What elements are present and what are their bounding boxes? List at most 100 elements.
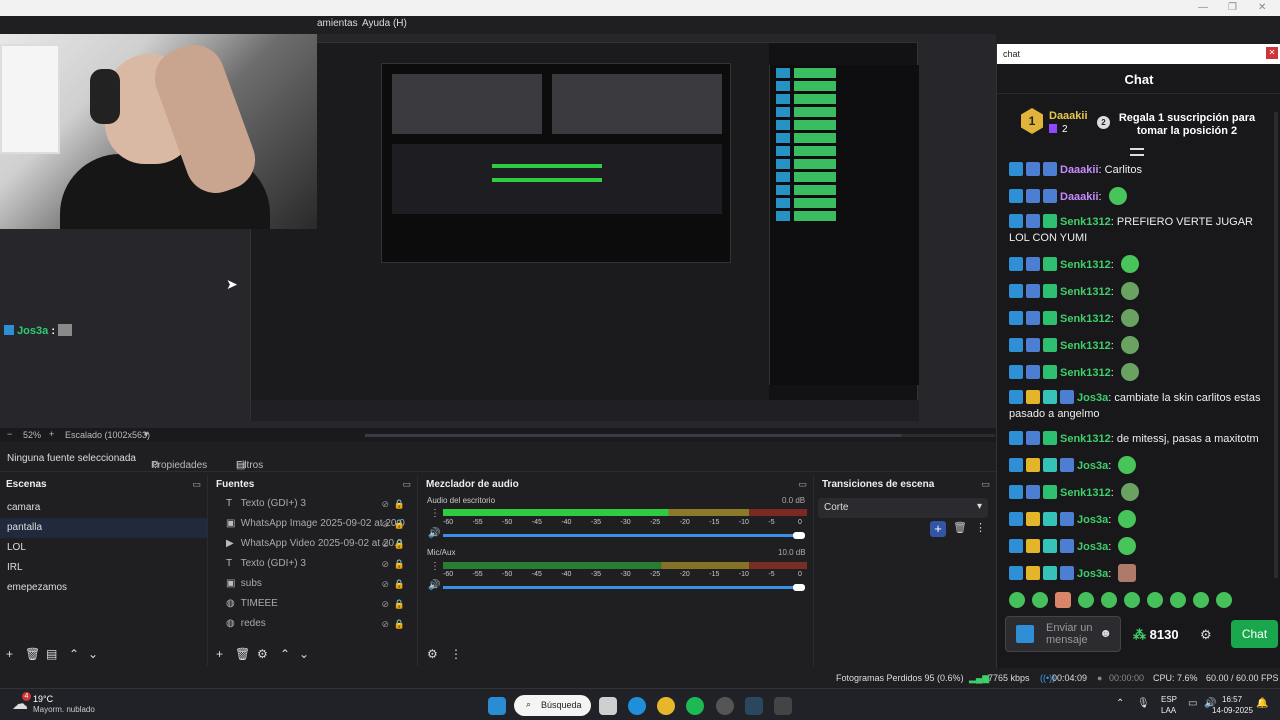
scene-item[interactable]: IRL	[0, 558, 207, 578]
speaker-icon[interactable]: 🔊	[428, 528, 440, 539]
chat-username[interactable]: Senk1312	[1060, 340, 1111, 352]
channel-points[interactable]: ⁂ 8130	[1133, 627, 1179, 643]
volume-slider-knob[interactable]	[793, 584, 805, 591]
volume-slider-knob[interactable]	[793, 532, 805, 539]
volume-slider[interactable]	[443, 586, 803, 589]
eye-icon[interactable]: ⊘	[381, 594, 389, 614]
language-code[interactable]: ESP	[1161, 695, 1177, 704]
scene-item[interactable]: LOL	[0, 538, 207, 558]
source-item[interactable]: T Texto (GDI+) 3 ⊘ 🔒	[210, 494, 417, 514]
chat-username[interactable]: Daaakii	[1060, 191, 1099, 203]
chat-message[interactable]: Senk1312: de mitessj, pasas a maxitotm	[1009, 431, 1273, 447]
scene-item[interactable]: camara	[0, 498, 207, 518]
taskbar-search[interactable]: ⌕ Búsqueda	[514, 695, 591, 716]
pinned-gift-leaderboard[interactable]: 1 Daaakii 2 2 Regala 1 suscripción para …	[997, 102, 1280, 156]
transition-select[interactable]: Corte ▾	[818, 498, 988, 518]
mixer-settings-icon[interactable]: ⚙	[427, 647, 438, 661]
kebab-menu-icon[interactable]: ⋮	[975, 521, 986, 534]
notification-bell-icon[interactable]: 🔔	[1256, 698, 1268, 709]
chat-username[interactable]: Senk1312	[1060, 487, 1111, 499]
chevron-down-icon[interactable]: ▾	[144, 429, 149, 440]
kebab-menu-icon[interactable]: ⋮	[430, 508, 440, 519]
chevron-down-icon[interactable]: ⌄	[299, 647, 309, 661]
chevron-down-icon[interactable]: ⌄	[88, 647, 98, 661]
app-icon[interactable]	[774, 697, 792, 715]
kebab-menu-icon[interactable]: ⋮	[430, 561, 440, 572]
emote-icon[interactable]	[1216, 592, 1232, 608]
eye-icon[interactable]: ⊘	[381, 574, 389, 594]
source-item[interactable]: T Texto (GDI+) 3 ⊘ 🔒	[210, 554, 417, 574]
chat-scrollbar[interactable]	[1274, 112, 1278, 578]
source-item[interactable]: ▶ WhatsApp Video 2025-09-02 at 20.0 ⊘ 🔒	[210, 534, 417, 554]
dock-popout-icon[interactable]: ▭	[981, 479, 990, 490]
chat-username[interactable]: Jos3a	[1077, 392, 1108, 404]
chat-message[interactable]: Jos3a:	[1009, 510, 1273, 528]
eye-icon[interactable]: ⊘	[381, 554, 389, 574]
emoji-icon[interactable]: ☻	[1099, 627, 1112, 639]
gear-icon[interactable]: ⚙	[257, 647, 268, 661]
menu-help[interactable]: Ayuda (H)	[362, 18, 407, 29]
eye-icon[interactable]: ⊘	[381, 494, 389, 514]
filter-icon[interactable]: ▤	[46, 647, 57, 661]
zoom-in-button[interactable]: +	[49, 429, 54, 439]
lock-icon[interactable]: 🔒	[394, 494, 405, 514]
dock-popout-icon[interactable]: ▭	[798, 479, 807, 490]
close-icon[interactable]: ✕	[1266, 47, 1278, 59]
spotify-icon[interactable]	[686, 697, 704, 715]
chat-message[interactable]: Jos3a:	[1009, 564, 1273, 582]
chevron-up-icon[interactable]: ⌃	[69, 647, 79, 661]
emote-icon[interactable]	[1101, 592, 1117, 608]
close-icon[interactable]: ✕	[1258, 2, 1266, 13]
lock-icon[interactable]: 🔒	[394, 554, 405, 574]
emote-icon[interactable]	[1055, 592, 1071, 608]
microphone-icon[interactable]: 🎙	[1137, 698, 1150, 709]
source-item[interactable]: ▣ subs ⊘ 🔒	[210, 574, 417, 594]
obs-preview[interactable]: Jos3a : ➤	[0, 34, 996, 428]
trash-icon[interactable]: 🗑	[25, 647, 40, 661]
chat-username[interactable]: Jos3a	[1077, 460, 1108, 472]
maximize-icon[interactable]: ❐	[1228, 2, 1237, 13]
chat-message[interactable]: Jos3a:	[1009, 456, 1273, 474]
chat-username[interactable]: Daaakii	[1060, 164, 1099, 176]
chat-message[interactable]: Jos3a: cambiate la skin carlitos estas p…	[1009, 390, 1273, 422]
lock-icon[interactable]: 🔒	[394, 614, 405, 634]
chat-username[interactable]: Senk1312	[1060, 433, 1111, 445]
scene-item[interactable]: emepezamos	[0, 578, 207, 598]
chevron-up-icon[interactable]: ⌃	[280, 647, 290, 661]
chat-message[interactable]: Daaakii:	[1009, 187, 1273, 205]
emote-icon[interactable]	[1124, 592, 1140, 608]
eye-icon[interactable]: ⊘	[381, 514, 389, 534]
speaker-icon[interactable]: 🔊	[428, 580, 440, 591]
steam-icon[interactable]	[745, 697, 763, 715]
emote-icon[interactable]	[1009, 592, 1025, 608]
chat-username[interactable]: Senk1312	[1060, 367, 1111, 379]
obs-icon[interactable]	[716, 697, 734, 715]
add-transition-button[interactable]: +	[930, 521, 946, 537]
windows-start-icon[interactable]	[488, 697, 506, 715]
lock-icon[interactable]: 🔒	[394, 574, 405, 594]
chat-message[interactable]: Senk1312:	[1009, 255, 1273, 273]
trash-icon[interactable]: 🗑	[953, 521, 967, 534]
scene-item-active[interactable]: pantalla	[0, 518, 207, 538]
display-icon[interactable]: ▭	[1188, 698, 1197, 709]
emote-icon[interactable]	[1032, 592, 1048, 608]
chat-username[interactable]: Senk1312	[1060, 286, 1111, 298]
add-source-button[interactable]: +	[216, 647, 223, 661]
drag-handle-icon[interactable]	[1130, 148, 1144, 156]
chat-message[interactable]: Senk1312:	[1009, 309, 1273, 327]
chat-username[interactable]: Jos3a	[1077, 541, 1108, 553]
chevron-up-icon[interactable]: ⌃	[1116, 698, 1124, 709]
source-item[interactable]: ▣ WhatsApp Image 2025-09-02 at 20.0 ⊘ 🔒	[210, 514, 417, 534]
chat-message[interactable]: Jos3a:	[1009, 537, 1273, 555]
chat-message[interactable]: Senk1312:	[1009, 363, 1273, 381]
chrome-icon[interactable]	[657, 697, 675, 715]
source-item[interactable]: ◍ redes ⊘ 🔒	[210, 614, 417, 634]
volume-slider[interactable]	[443, 534, 803, 537]
edge-icon[interactable]	[628, 697, 646, 715]
chat-username[interactable]: Jos3a	[1077, 568, 1108, 580]
chat-message[interactable]: Senk1312: PREFIERO VERTE JUGAR LOL CON Y…	[1009, 214, 1273, 246]
chat-username[interactable]: Senk1312	[1060, 313, 1111, 325]
trash-icon[interactable]: 🗑	[235, 647, 250, 661]
eye-icon[interactable]: ⊘	[381, 534, 389, 554]
emote-icon[interactable]	[1193, 592, 1209, 608]
